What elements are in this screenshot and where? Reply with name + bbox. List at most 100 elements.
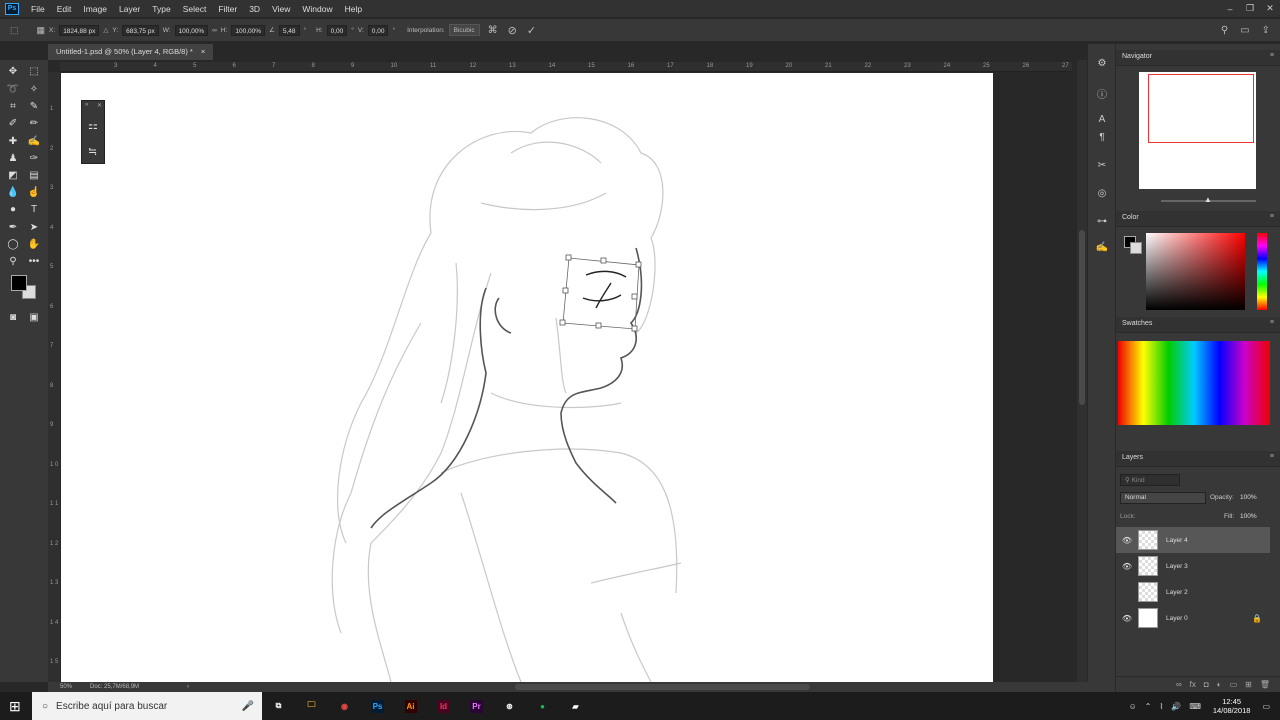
menu-file[interactable]: File [25, 4, 51, 14]
close-window-icon[interactable]: ✕ [1260, 3, 1280, 14]
layers-menu-icon[interactable]: ≡ [1270, 453, 1274, 460]
minimize-icon[interactable]: – [1220, 4, 1240, 14]
menu-3d[interactable]: 3D [243, 4, 266, 14]
group-icon[interactable]: ▭ [1230, 680, 1238, 689]
new-layer-icon[interactable]: ⊞ [1245, 680, 1252, 689]
path-select-icon[interactable]: ➤ [27, 220, 41, 234]
language-icon[interactable]: ⌨ [1189, 702, 1201, 711]
windows-start-icon[interactable]: ⊞ [9, 698, 21, 715]
layer-name[interactable]: Layer 3 [1166, 563, 1188, 570]
zoom-tool-icon[interactable]: ⚲ [6, 254, 20, 268]
layer-row-2[interactable]: Layer 2 [1116, 579, 1270, 605]
hskew-field[interactable]: 0,00 [326, 24, 348, 36]
adjustment-icon[interactable]: ◐ [1217, 680, 1222, 689]
brush-icon[interactable]: ✍ [1095, 242, 1109, 256]
horizontal-scroll-thumb[interactable] [515, 684, 810, 690]
cancel-transform-icon[interactable]: ⊘ [508, 24, 517, 37]
menu-type[interactable]: Type [146, 4, 176, 14]
delta-icon[interactable]: △ [103, 26, 108, 34]
blend-mode-select[interactable]: Normal [1120, 492, 1206, 504]
foreground-color-swatch[interactable] [11, 275, 27, 291]
magic-wand-icon[interactable]: ✧ [27, 82, 41, 96]
width-field[interactable]: 100,00% [174, 24, 209, 36]
notifications-icon[interactable]: ▭ [1262, 702, 1270, 711]
eraser-tool-icon[interactable]: ◩ [6, 168, 20, 182]
visibility-eye-icon[interactable]: 👁 [1116, 536, 1138, 545]
document-canvas[interactable] [61, 73, 993, 682]
blur-tool-icon[interactable]: 💧 [6, 185, 20, 199]
character-icon[interactable]: A [1095, 114, 1109, 128]
layers-header[interactable]: Layers ≡ [1116, 451, 1280, 467]
color-field[interactable] [1146, 233, 1245, 310]
hue-slider[interactable] [1257, 233, 1267, 310]
layer-name[interactable]: Layer 4 [1166, 537, 1188, 544]
paths-icon[interactable]: ⊶ [1095, 216, 1109, 230]
menu-select[interactable]: Select [177, 4, 213, 14]
menu-help[interactable]: Help [339, 4, 368, 14]
swatches-menu-icon[interactable]: ≡ [1270, 319, 1274, 326]
volume-icon[interactable]: 🔊 [1171, 702, 1181, 711]
zoom-slider-handle[interactable]: ▲ [1204, 195, 1212, 204]
gradient-tool-icon[interactable]: ▤ [27, 168, 41, 182]
menu-edit[interactable]: Edit [51, 4, 78, 14]
network-icon[interactable]: ⌇ [1159, 702, 1163, 711]
visibility-eye-icon[interactable]: 👁 [1116, 614, 1138, 623]
navigator-header[interactable]: Navigator ≡ [1116, 50, 1280, 66]
commit-transform-icon[interactable]: ✓ [527, 24, 536, 37]
layer-name[interactable]: Layer 2 [1166, 589, 1188, 596]
menu-view[interactable]: View [266, 4, 296, 14]
eyedropper-icon[interactable]: ✎ [27, 99, 41, 113]
channels-icon[interactable]: ◎ [1095, 188, 1109, 202]
color-header[interactable]: Color ≡ [1116, 211, 1280, 227]
mask-icon[interactable]: ◘ [1204, 680, 1209, 689]
y-field[interactable]: 683,75 px [122, 24, 159, 36]
spotify-icon[interactable]: ● [526, 692, 559, 720]
layer-row-4[interactable]: 👁 Layer 4 [1116, 527, 1270, 553]
brush-preset-icon[interactable]: ⚏ [88, 119, 98, 132]
menu-filter[interactable]: Filter [212, 4, 243, 14]
fx-icon[interactable]: fx [1190, 680, 1196, 689]
smudge-tool-icon[interactable]: ☝ [27, 185, 41, 199]
navigator-thumbnail[interactable] [1139, 72, 1256, 189]
hand-tool-icon[interactable]: ✋ [27, 237, 41, 251]
workspace-icon[interactable]: ▭ [1240, 25, 1249, 36]
height-field[interactable]: 100,00% [231, 24, 266, 36]
move-tool-icon[interactable]: ✥ [6, 64, 20, 78]
restore-icon[interactable]: ❐ [1240, 3, 1260, 14]
chrome-icon[interactable]: ◉ [328, 692, 361, 720]
sticky-notes-icon[interactable]: ▰ [559, 692, 592, 720]
healing-brush-icon[interactable]: ✚ [6, 134, 20, 148]
brush-tool-icon[interactable]: ✐ [6, 116, 20, 130]
art-history-icon[interactable]: ✑ [27, 151, 41, 165]
layer-row-0[interactable]: 👁 Layer 0 🔒 [1116, 605, 1270, 631]
tools-settings-icon[interactable]: ✂ [1095, 160, 1109, 174]
angle-field[interactable]: 5,48 [278, 24, 300, 36]
status-arrow[interactable]: › [187, 684, 189, 690]
premiere-taskbar-icon[interactable]: Pr [460, 692, 493, 720]
document-tab[interactable]: Untitled-1.psd @ 50% (Layer 4, RGB/8) * … [48, 44, 214, 60]
stamp-tool-icon[interactable]: ♟ [6, 151, 20, 165]
delete-layer-icon[interactable]: 🗑 [1260, 680, 1270, 689]
close-tab-icon[interactable]: × [201, 47, 205, 57]
visibility-eye-icon[interactable]: 👁 [1116, 562, 1138, 571]
interpolation-select[interactable]: Bicubic [448, 24, 480, 36]
task-view-icon[interactable]: ⧉ [262, 692, 295, 720]
pencil-tool-icon[interactable]: ✏ [27, 116, 41, 130]
clock[interactable]: 12:45 14/08/2018 [1213, 697, 1251, 715]
shape-tool-icon[interactable]: ◯ [6, 237, 20, 251]
indesign-taskbar-icon[interactable]: Id [427, 692, 460, 720]
brush-settings-icon[interactable]: ≒ [88, 145, 97, 158]
dodge-tool-icon[interactable]: ● [6, 202, 20, 216]
reference-point-icon[interactable]: ▦ [37, 25, 46, 36]
swatches-header[interactable]: Swatches ≡ [1116, 317, 1280, 333]
layer-row-3[interactable]: 👁 Layer 3 [1116, 553, 1270, 579]
layer-filter-kind[interactable]: ⚲ Kind [1120, 474, 1180, 486]
panel-menu-icon[interactable]: ≡ [1270, 52, 1274, 59]
pen-tool-icon[interactable]: ✒ [6, 220, 20, 234]
share-icon[interactable]: ⇪ [1262, 25, 1270, 36]
screen-mode-icon[interactable]: ▣ [27, 310, 41, 324]
search-icon[interactable]: ⚲ [1221, 25, 1228, 36]
menu-window[interactable]: Window [296, 4, 338, 14]
color-menu-icon[interactable]: ≡ [1270, 213, 1274, 220]
more-tools-icon[interactable]: ••• [27, 254, 41, 268]
